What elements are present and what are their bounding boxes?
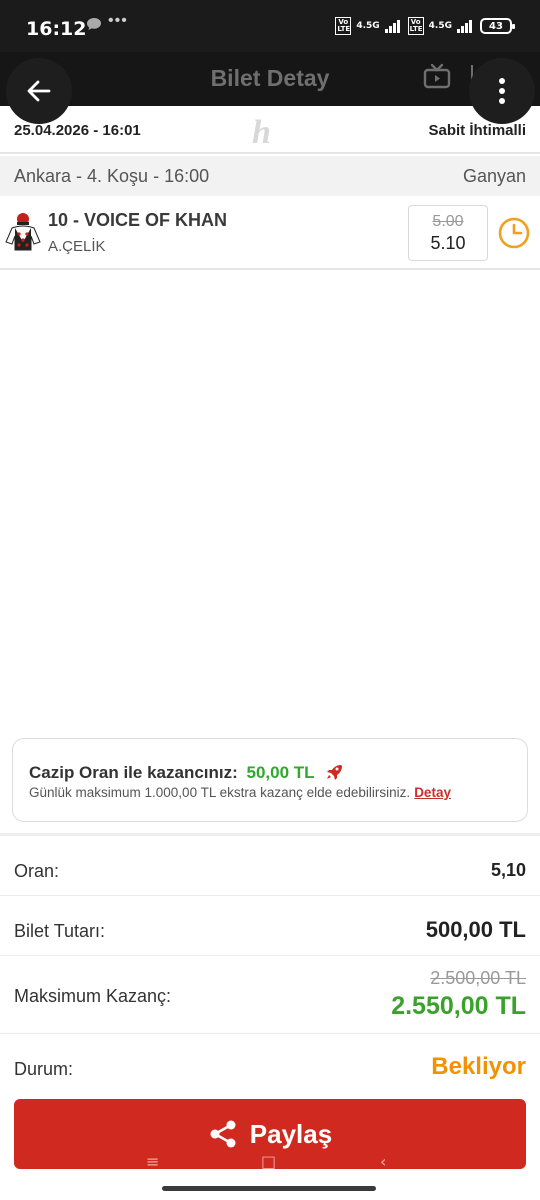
nav-home-icon: □	[261, 1152, 277, 1171]
ticket-meta: 25.04.2026 - 16:01 h Sabit İhtimalli	[0, 106, 540, 154]
odds-box: 5.00 5.10	[408, 205, 488, 261]
network-type-2: 4.5G	[428, 20, 452, 31]
signal-icon-2	[457, 19, 475, 33]
system-nav-ghost: ≡ □ ‹	[0, 1152, 540, 1176]
battery-icon: 43	[480, 18, 515, 34]
ticket-type: Sabit İhtimalli	[428, 122, 526, 139]
nav-menu-icon: ≡	[146, 1152, 160, 1171]
jockey-silk-icon	[5, 213, 41, 251]
odds-label: Oran:	[14, 861, 60, 881]
promo-title: Cazip Oran ile kazancınız: 50,00 TL	[29, 763, 343, 783]
max-win-old: 2.500,00 TL	[430, 968, 526, 988]
rocket-icon	[326, 765, 342, 780]
back-button[interactable]	[6, 58, 72, 124]
system-nav-bar	[0, 1176, 540, 1200]
nav-back-icon: ‹	[380, 1152, 387, 1171]
jockey-name: A.ÇELİK	[48, 238, 106, 255]
horse-name: 10 - VOICE OF KHAN	[48, 210, 228, 230]
app-header: ‹ Bilet Detay	[0, 52, 540, 106]
selection-row: 10 - VOICE OF KHAN A.ÇELİK 5.00 5.10	[0, 196, 540, 270]
odds-new: 5.10	[430, 233, 466, 253]
more-vertical-icon	[499, 78, 505, 104]
brand-watermark-icon: h	[252, 114, 271, 151]
promo-subtitle: Günlük maksimum 1.000,00 TL ekstra kazan…	[29, 785, 451, 800]
network-type: 4.5G	[356, 20, 380, 31]
summary-row-stake: Bilet Tutarı: 500,00 TL	[0, 896, 540, 956]
summary-row-status: Durum: Bekliyor	[0, 1034, 540, 1098]
status-more-dots: •••	[108, 12, 128, 29]
page-title: Bilet Detay	[210, 65, 330, 91]
tv-icon[interactable]	[423, 63, 451, 89]
promo-subtitle-text: Günlük maksimum 1.000,00 TL ekstra kazan…	[29, 785, 411, 800]
status-indicators: Vo LTE 4.5G Vo LTE 4.5G 43	[335, 17, 515, 35]
max-win-new: 2.550,00 TL	[391, 992, 526, 1020]
volte-badge: Vo LTE	[335, 17, 352, 35]
share-label: Paylaş	[249, 1118, 333, 1149]
promo-detail-link[interactable]: Detay	[414, 785, 451, 800]
promo-box: Cazip Oran ile kazancınız: 50,00 TL Günl…	[12, 738, 528, 822]
promo-label: Cazip Oran ile kazancınız:	[29, 763, 238, 782]
signal-icon	[384, 19, 403, 33]
ticket-date: 25.04.2026 - 16:01	[14, 122, 141, 139]
status-label: Durum:	[14, 1059, 74, 1079]
share-icon	[210, 1120, 236, 1148]
back-arrow-icon	[27, 80, 51, 102]
stake-value: 500,00 TL	[425, 917, 526, 942]
message-bubble-icon	[87, 18, 101, 30]
max-win-label: Maksimum Kazanç:	[14, 986, 172, 1006]
race-header: Ankara - 4. Koşu - 16:00 Ganyan	[0, 156, 540, 196]
more-options-button[interactable]	[469, 58, 535, 124]
home-indicator[interactable]	[162, 1186, 376, 1191]
bet-type: Ganyan	[462, 166, 526, 186]
status-value: Bekliyor	[431, 1053, 526, 1080]
odds-value: 5,10	[490, 860, 526, 880]
status-bar: 16:12 ••• Vo LTE 4.5G Vo LTE 4.5G 43	[0, 0, 540, 52]
status-time: 16:12	[26, 18, 87, 40]
promo-amount: 50,00 TL	[246, 763, 315, 782]
volte-badge-2: Vo LTE	[407, 17, 424, 35]
summary-row-max-win: Maksimum Kazanç: 2.500,00 TL 2.550,00 TL	[0, 956, 540, 1034]
summary-row-odds: Oran: 5,10	[0, 836, 540, 896]
clock-icon	[498, 217, 530, 249]
race-name: Ankara - 4. Koşu - 16:00	[14, 166, 210, 186]
stake-label: Bilet Tutarı:	[14, 921, 106, 941]
odds-old: 5.00	[432, 213, 464, 230]
ticket-summary: Oran: 5,10 Bilet Tutarı: 500,00 TL Maksi…	[0, 833, 540, 1098]
